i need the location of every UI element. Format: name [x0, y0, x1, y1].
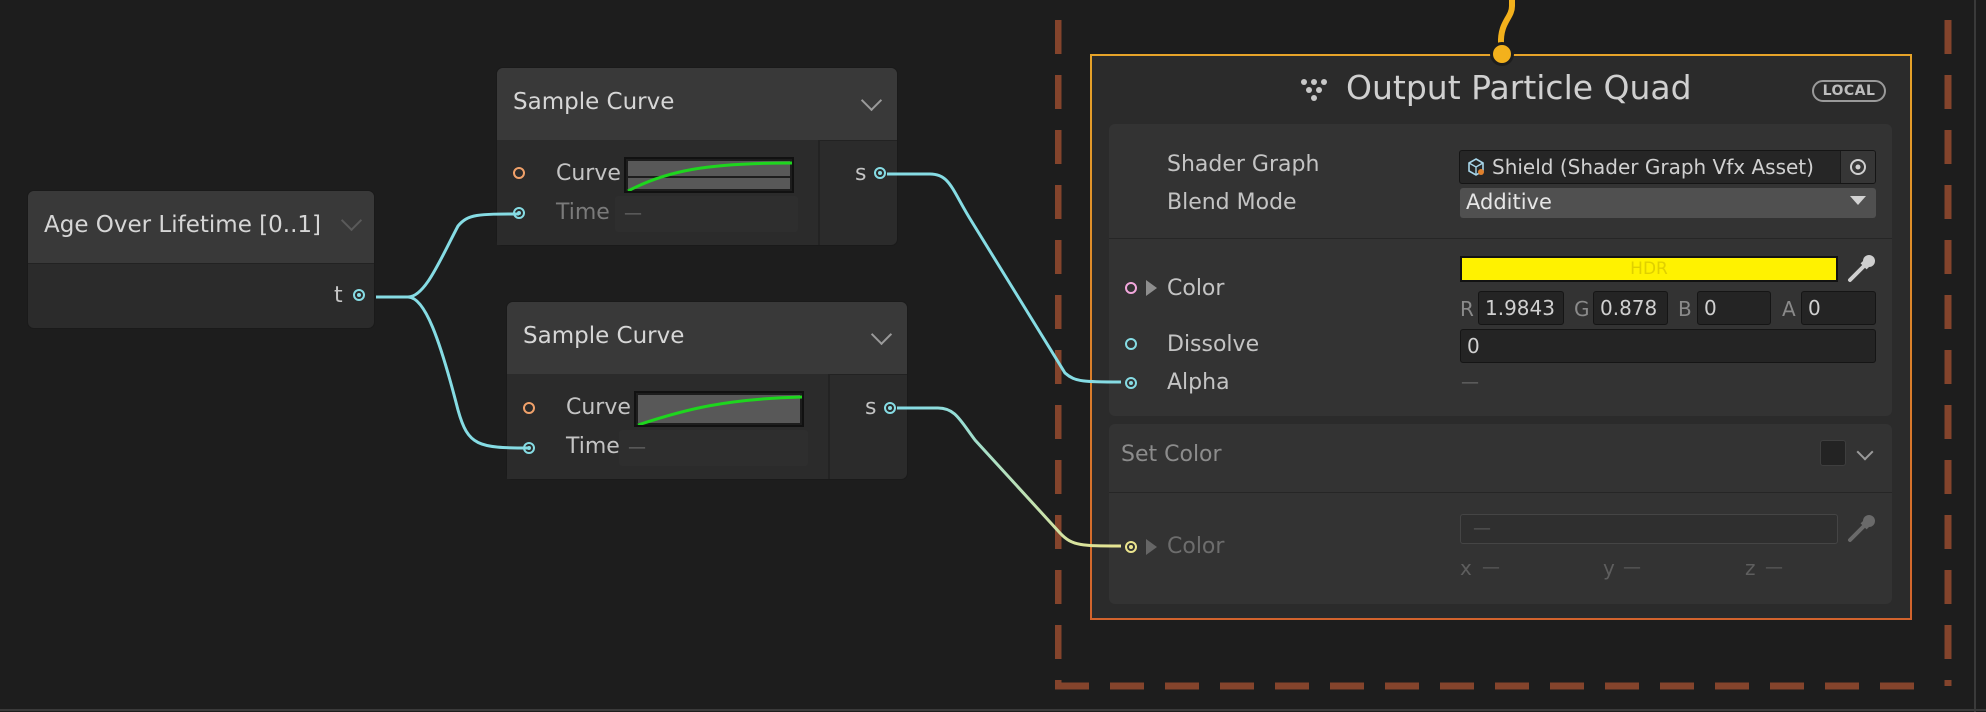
g-label: G: [1574, 297, 1590, 321]
panel-divider: [1109, 238, 1892, 239]
output-particle-quad-node[interactable]: Output Particle Quad LOCAL Shader Graph …: [1090, 54, 1912, 620]
node-title: Sample Curve: [523, 323, 685, 349]
r-field[interactable]: 1.9843: [1478, 291, 1564, 325]
node-header[interactable]: Age Over Lifetime [0..1]: [28, 191, 374, 264]
input-port-curve[interactable]: [513, 167, 525, 179]
shader-graph-field[interactable]: Shield (Shader Graph Vfx Asset): [1459, 150, 1876, 184]
eyedropper-icon[interactable]: [1844, 252, 1878, 286]
block-title: Set Color: [1121, 442, 1222, 467]
r-label: R: [1460, 297, 1474, 321]
dissolve-field[interactable]: 0: [1460, 329, 1876, 363]
age-over-lifetime-node[interactable]: Age Over Lifetime [0..1] t: [28, 191, 374, 328]
z-label: z: [1745, 556, 1756, 580]
output-label-s: s: [865, 395, 877, 420]
expand-arrow-icon[interactable]: [1146, 280, 1157, 296]
a-field[interactable]: 0: [1801, 291, 1876, 325]
output-port-t[interactable]: [353, 289, 365, 301]
eyedropper-icon[interactable]: [1844, 512, 1878, 546]
shader-asset-icon: [1466, 157, 1486, 177]
input-label-time: Time: [556, 200, 610, 225]
input-port-curve[interactable]: [523, 402, 535, 414]
canvas-edge-right: [1974, 0, 1976, 712]
time-field[interactable]: —: [615, 196, 798, 232]
input-port-set-color[interactable]: [1125, 541, 1137, 553]
node-header[interactable]: Sample Curve: [497, 68, 897, 141]
vfx-output-icon: [1299, 78, 1329, 104]
collapse-chevron-icon[interactable]: [1856, 443, 1874, 461]
canvas-edge-bottom: [0, 709, 1986, 711]
input-label-time: Time: [566, 434, 620, 459]
b-label: B: [1678, 297, 1692, 321]
input-port-time[interactable]: [513, 207, 525, 219]
object-picker-icon[interactable]: [1840, 151, 1875, 183]
blend-mode-dropdown[interactable]: Additive: [1460, 188, 1876, 218]
flow-input-port[interactable]: [1490, 42, 1514, 66]
curve-field[interactable]: [624, 157, 794, 193]
expand-arrow-icon[interactable]: [1146, 539, 1157, 555]
hdr-tag: HDR: [1630, 259, 1668, 279]
space-badge[interactable]: LOCAL: [1812, 80, 1886, 102]
a-label: A: [1782, 297, 1796, 321]
output-port-s[interactable]: [884, 402, 896, 414]
y-value: —: [1623, 557, 1641, 578]
enable-toggle[interactable]: [1820, 440, 1846, 466]
shader-graph-label: Shader Graph: [1167, 152, 1320, 177]
dissolve-label: Dissolve: [1167, 332, 1260, 357]
input-port-time[interactable]: [523, 442, 535, 454]
shader-graph-value: Shield (Shader Graph Vfx Asset): [1492, 155, 1814, 179]
node-header[interactable]: Sample Curve: [507, 302, 907, 375]
output-settings-panel: Shader Graph Shield (Shader Graph Vfx As…: [1109, 124, 1892, 416]
collapse-chevron-icon[interactable]: [860, 89, 883, 112]
output-port-s[interactable]: [874, 167, 886, 179]
input-label-curve: Curve: [566, 395, 631, 420]
input-port-color[interactable]: [1125, 282, 1137, 294]
dropdown-arrow-icon: [1850, 196, 1866, 205]
input-port-alpha[interactable]: [1125, 377, 1137, 389]
input-port-dissolve[interactable]: [1125, 338, 1137, 350]
collapse-chevron-icon[interactable]: [340, 209, 363, 232]
set-color-swatch[interactable]: —: [1460, 514, 1838, 544]
time-field[interactable]: —: [619, 430, 808, 466]
x-label: x: [1460, 556, 1472, 580]
b-field[interactable]: 0: [1697, 291, 1771, 325]
alpha-value: —: [1461, 372, 1479, 393]
g-field[interactable]: 0.878: [1593, 291, 1668, 325]
input-label-curve: Curve: [556, 161, 621, 186]
node-title: Output Particle Quad: [1346, 68, 1692, 107]
z-value: —: [1765, 557, 1783, 578]
sample-curve-node-1[interactable]: Sample Curve Curve Time — s: [497, 68, 897, 245]
alpha-label: Alpha: [1167, 370, 1230, 395]
collapse-chevron-icon[interactable]: [870, 323, 893, 346]
color-label: Color: [1167, 276, 1225, 301]
output-label-t: t: [334, 283, 343, 308]
node-title: Age Over Lifetime [0..1]: [44, 212, 321, 238]
blend-mode-label: Blend Mode: [1167, 190, 1297, 215]
set-color-block[interactable]: Set Color Color — x — y — z —: [1109, 424, 1892, 604]
set-color-label: Color: [1167, 534, 1225, 559]
sample-curve-node-2[interactable]: Sample Curve Curve Time — s: [507, 302, 907, 479]
color-swatch[interactable]: HDR: [1460, 256, 1838, 282]
output-label-s: s: [855, 161, 867, 186]
y-label: y: [1603, 556, 1615, 580]
x-value: —: [1482, 557, 1500, 578]
block-header[interactable]: Set Color: [1109, 424, 1892, 493]
curve-field[interactable]: [634, 391, 804, 427]
node-title: Sample Curve: [513, 89, 675, 115]
